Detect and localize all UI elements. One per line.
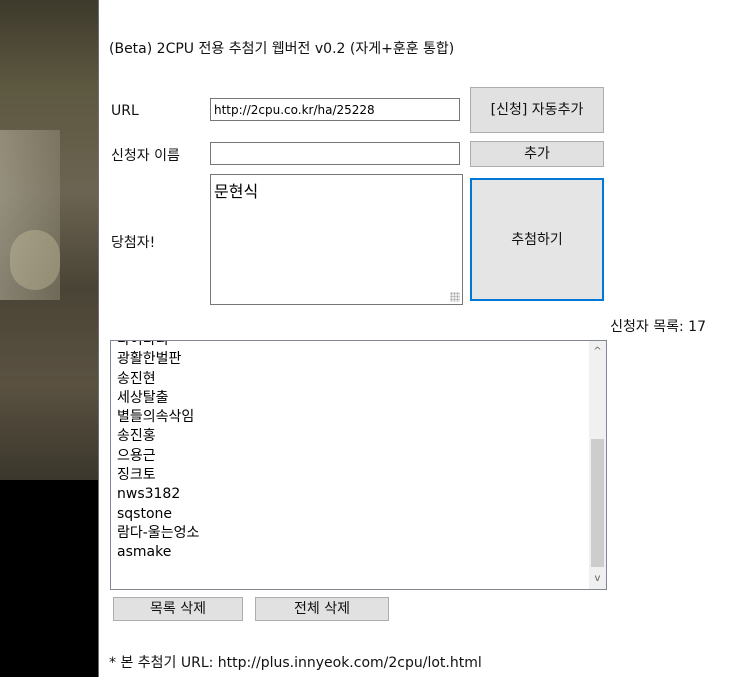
- background-highlight: [10, 230, 60, 290]
- url-input[interactable]: [210, 98, 460, 121]
- list-item[interactable]: 으용근: [117, 447, 586, 466]
- add-button[interactable]: 추가: [470, 141, 604, 167]
- draw-button[interactable]: 추첨하기: [470, 178, 604, 301]
- applicant-list: 다이다리 광활한벌판 송진현 세상탈출 별들의속삭임 송진홍 으용근 징크토 n…: [117, 341, 586, 563]
- scroll-up-icon[interactable]: ^: [589, 343, 606, 360]
- list-item[interactable]: 람다-울는엉소: [117, 524, 586, 543]
- applicant-count-label: 신청자 목록: 17: [610, 319, 706, 335]
- resize-grip-icon[interactable]: [450, 292, 460, 302]
- auto-add-button[interactable]: [신청] 자동추가: [470, 87, 604, 133]
- scroll-down-icon[interactable]: v: [589, 570, 606, 587]
- list-item[interactable]: nws3182: [117, 485, 586, 504]
- footer-note: * 본 추첨기 URL: http://plus.innyeok.com/2cp…: [109, 655, 482, 671]
- applicant-name-label: 신청자 이름: [111, 148, 180, 164]
- list-item[interactable]: 별들의속삭임: [117, 408, 586, 427]
- url-label: URL: [111, 103, 139, 119]
- list-item[interactable]: 징크토: [117, 466, 586, 485]
- winner-label: 당첨자!: [111, 235, 156, 251]
- browser-window: (Beta) 2CPU 전용 추첨기 웹버전 v0.2 (자게+훈훈 통합) U…: [98, 0, 735, 677]
- vertical-scrollbar[interactable]: ^ v: [589, 341, 606, 589]
- delete-list-button[interactable]: 목록 삭제: [113, 597, 243, 621]
- list-item[interactable]: asmake: [117, 543, 586, 562]
- applicant-listbox[interactable]: 다이다리 광활한벌판 송진현 세상탈출 별들의속삭임 송진홍 으용근 징크토 n…: [110, 340, 607, 590]
- delete-all-button[interactable]: 전체 삭제: [255, 597, 389, 621]
- list-item[interactable]: 송진현: [117, 370, 586, 389]
- winner-textarea[interactable]: 문현식: [210, 174, 463, 305]
- applicant-name-input[interactable]: [210, 142, 460, 165]
- list-item[interactable]: 광활한벌판: [117, 350, 586, 369]
- page-title: (Beta) 2CPU 전용 추첨기 웹버전 v0.2 (자게+훈훈 통합): [109, 41, 455, 57]
- scroll-thumb[interactable]: [591, 439, 604, 567]
- list-item[interactable]: sqstone: [117, 505, 586, 524]
- list-item[interactable]: 송진홍: [117, 427, 586, 446]
- list-item[interactable]: 세상탈출: [117, 389, 586, 408]
- winner-name: 문현식: [214, 182, 259, 201]
- background-photo: [0, 0, 98, 480]
- list-item[interactable]: 다이다리: [117, 341, 586, 350]
